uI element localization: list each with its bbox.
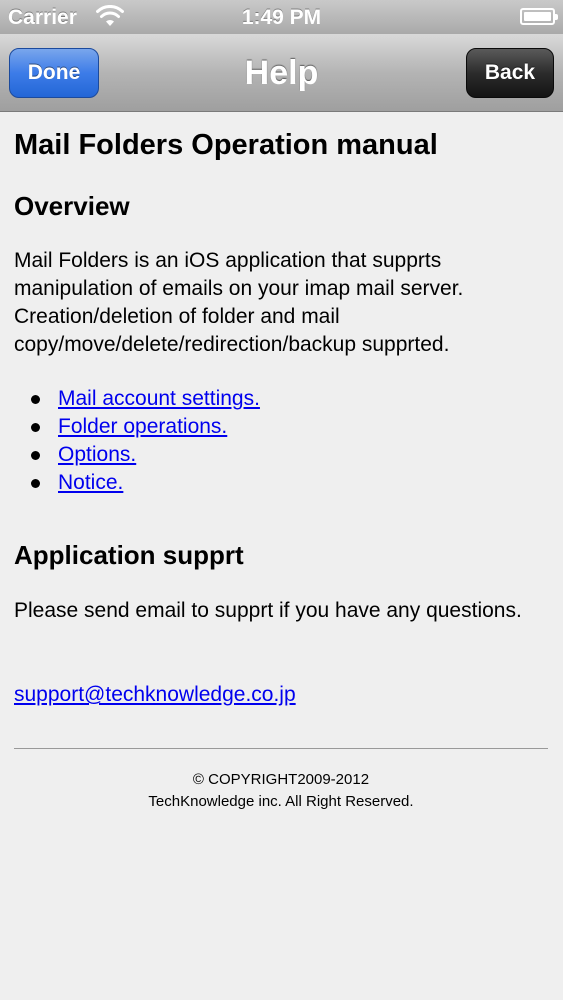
list-item: Mail account settings. xyxy=(14,385,260,413)
list-item: Folder operations. xyxy=(14,413,260,441)
list-item: Options. xyxy=(14,441,260,469)
bullet-icon xyxy=(31,395,40,404)
mail-account-settings-link[interactable]: Mail account settings. xyxy=(58,387,260,410)
overview-paragraph: Mail Folders is an iOS application that … xyxy=(14,249,464,356)
page-title: Mail Folders Operation manual xyxy=(14,129,438,161)
status-time: 1:49 PM xyxy=(241,6,322,29)
support-paragraph: Please send email to supprt if you have … xyxy=(14,599,522,622)
footer: © COPYRIGHT2009-2012 TechKnowledge inc. … xyxy=(14,769,548,813)
folder-operations-link[interactable]: Folder operations. xyxy=(58,415,227,438)
bullet-icon xyxy=(31,479,40,488)
status-bar: Carrier 1:49 PM xyxy=(0,0,563,34)
divider xyxy=(14,748,548,749)
bullet-icon xyxy=(31,423,40,432)
support-email-link[interactable]: support@techknowledge.co.jp xyxy=(14,681,296,709)
company-rights-text: TechKnowledge inc. All Right Reserved. xyxy=(148,793,414,810)
copyright-text: © COPYRIGHT2009-2012 xyxy=(192,771,370,788)
back-button[interactable]: Back xyxy=(466,48,554,98)
application-support-heading: Application supprt xyxy=(14,540,244,570)
battery-full-icon xyxy=(520,8,558,25)
notice-link[interactable]: Notice. xyxy=(58,471,123,494)
bullet-icon xyxy=(31,451,40,460)
list-item: Notice. xyxy=(14,469,260,497)
options-link[interactable]: Options. xyxy=(58,443,136,466)
help-topics-list: Mail account settings. Folder operations… xyxy=(14,385,260,497)
navigation-bar: Done Help Back xyxy=(0,34,563,112)
overview-heading: Overview xyxy=(14,191,130,221)
